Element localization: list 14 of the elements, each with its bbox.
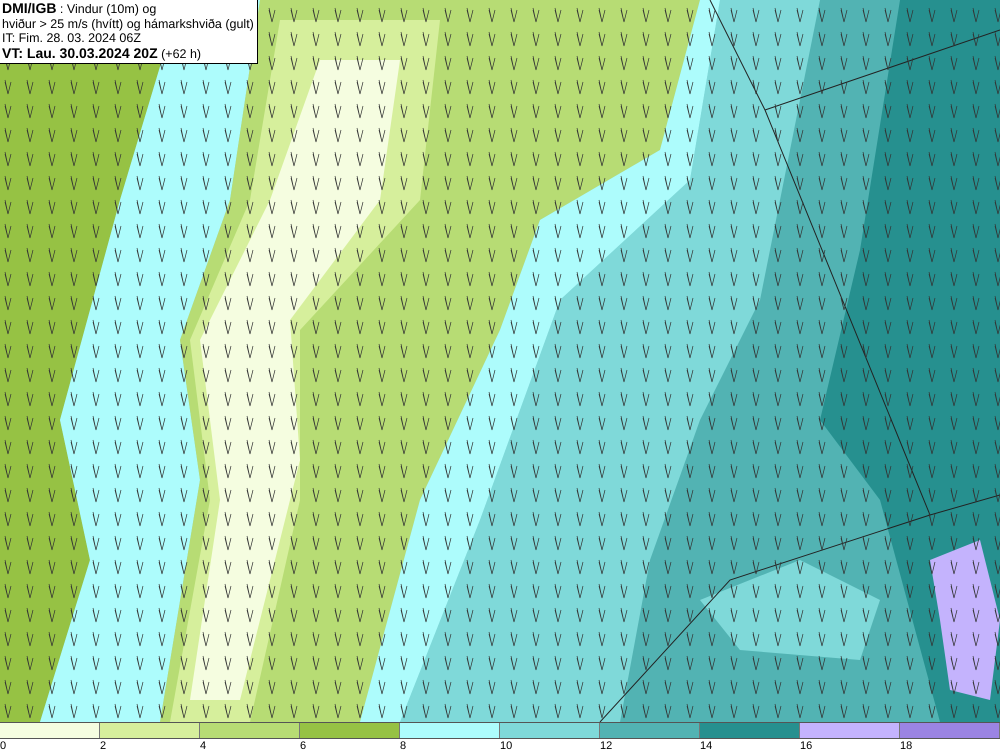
scale-label: 16 <box>800 739 812 753</box>
scale-label: 0 <box>0 739 6 753</box>
scale-label: 10 <box>500 739 512 753</box>
scale-label: 2 <box>100 739 106 753</box>
scale-label: 8 <box>400 739 406 753</box>
info-text: hviður > 25 m/s (hvítt) og hámarkshviða (gult) <box>2 16 254 31</box>
info-text: DMI/IGB : Vindur (10m) og <box>2 1 158 16</box>
scale-label: 4 <box>200 739 206 753</box>
scale-label: 12 <box>600 739 612 753</box>
info-text: IT: Fim. 28. 03. 2024 06Z <box>2 31 142 46</box>
scale-label: 14 <box>700 739 712 753</box>
scale-label: 18 <box>900 739 912 753</box>
info-text: VT: Lau. 30.03.2024 20Z (+62 h) <box>2 46 202 61</box>
scale-label: 6 <box>300 739 306 753</box>
